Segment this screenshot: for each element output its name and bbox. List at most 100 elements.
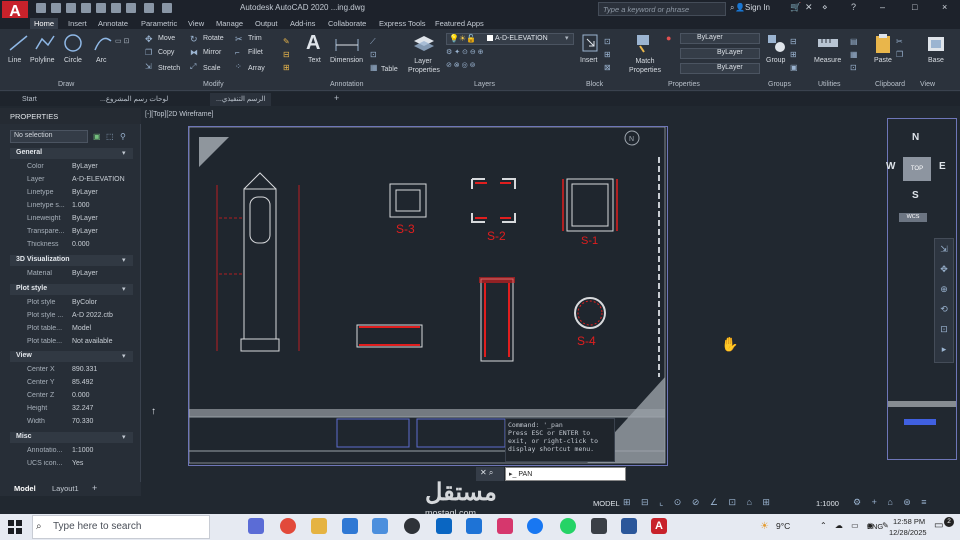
property-row[interactable]: Plot table... Model bbox=[10, 323, 133, 336]
minimize-button[interactable]: – bbox=[880, 2, 885, 12]
save-icon[interactable] bbox=[66, 3, 76, 13]
copilot-icon[interactable] bbox=[248, 518, 264, 534]
clipboard-extra-icons[interactable]: ✂ ❐ bbox=[896, 35, 906, 65]
tab-manage[interactable]: Manage bbox=[216, 18, 243, 29]
section-viz3d-header[interactable]: 3D Visualization bbox=[10, 255, 133, 266]
share-icon[interactable] bbox=[96, 3, 106, 13]
panel-groups-label[interactable]: Groups bbox=[768, 81, 791, 88]
group-button[interactable]: Group bbox=[766, 57, 785, 64]
base-button[interactable]: Base bbox=[928, 57, 944, 64]
linkedin-icon[interactable] bbox=[436, 518, 452, 534]
language-indicator[interactable]: ENG bbox=[867, 522, 883, 531]
mirror-button[interactable]: Mirror bbox=[203, 49, 221, 56]
property-row[interactable]: Plot table... Not available bbox=[10, 336, 133, 349]
new-tab-icon[interactable]: + bbox=[334, 93, 339, 103]
panel-view-label[interactable]: View bbox=[920, 81, 935, 88]
telegram-icon[interactable] bbox=[466, 518, 482, 534]
property-value[interactable]: 0.000 bbox=[72, 241, 90, 248]
store-icon[interactable] bbox=[372, 518, 388, 534]
panel-annotation-label[interactable]: Annotation bbox=[330, 81, 363, 88]
annotation-scale[interactable]: 1:1000 bbox=[816, 499, 839, 508]
insert-button[interactable]: Insert bbox=[580, 57, 598, 64]
tab-annotate[interactable]: Annotate bbox=[98, 18, 128, 29]
tab-home[interactable]: Home bbox=[30, 18, 59, 29]
property-row[interactable]: UCS icon... Yes bbox=[10, 458, 133, 471]
tab-parametric[interactable]: Parametric bbox=[141, 18, 177, 29]
polyline-icon[interactable] bbox=[34, 33, 56, 53]
panel-utilities-label[interactable]: Utilities bbox=[818, 81, 841, 88]
property-value[interactable]: 32.247 bbox=[72, 405, 93, 412]
property-row[interactable]: Layer A-D-ELEVATION bbox=[10, 174, 133, 187]
help-question-icon[interactable]: ? bbox=[851, 2, 856, 12]
panel-block-label[interactable]: Block bbox=[586, 81, 603, 88]
property-value[interactable]: ByLayer bbox=[72, 228, 98, 235]
property-row[interactable]: Linetype ByLayer bbox=[10, 187, 133, 200]
viewcube[interactable]: N W E S TOP WCS bbox=[882, 130, 952, 222]
utilities-extra-icons[interactable]: ▤ ▦ ⊡ bbox=[850, 35, 862, 72]
property-row[interactable]: Center X 890.331 bbox=[10, 364, 133, 377]
tab-insert[interactable]: Insert bbox=[68, 18, 87, 29]
polyline-button[interactable]: Polyline bbox=[30, 57, 55, 64]
table-button[interactable]: Table bbox=[381, 66, 398, 73]
property-row[interactable]: Lineweight ByLayer bbox=[10, 213, 133, 226]
clock-time[interactable]: 12:58 PM bbox=[893, 517, 925, 526]
section-general-header[interactable]: General bbox=[10, 148, 133, 159]
dimension-button[interactable]: Dimension bbox=[330, 57, 363, 64]
whatsapp-icon[interactable] bbox=[560, 518, 576, 534]
tab-collaborate[interactable]: Collaborate bbox=[328, 18, 366, 29]
property-row[interactable]: Plot style ByColor bbox=[10, 297, 133, 310]
property-value[interactable]: ByColor bbox=[72, 299, 97, 306]
viewcube-top-face[interactable]: TOP bbox=[903, 157, 931, 181]
circle-icon[interactable] bbox=[62, 32, 84, 54]
property-row[interactable]: Material ByLayer bbox=[10, 268, 133, 281]
linetype-dropdown[interactable]: ByLayer bbox=[680, 63, 760, 74]
array-button[interactable]: Array bbox=[248, 65, 265, 72]
tab-add-ins[interactable]: Add-ins bbox=[290, 18, 315, 29]
property-value[interactable]: ByLayer bbox=[72, 270, 98, 277]
panel-properties-label[interactable]: Properties bbox=[668, 81, 700, 88]
rotate-button[interactable]: Rotate bbox=[203, 35, 224, 42]
wcs-menu[interactable]: WCS bbox=[899, 213, 927, 222]
file-explorer-icon[interactable] bbox=[311, 518, 327, 534]
property-value[interactable]: A-D-ELEVATION bbox=[72, 176, 125, 183]
weather-temp[interactable]: 9°C bbox=[776, 521, 790, 531]
exchange-icon[interactable]: ✕ bbox=[805, 2, 813, 13]
obs-icon[interactable] bbox=[404, 518, 420, 534]
taskbar-search-input[interactable]: Type here to search bbox=[32, 515, 210, 539]
line-button[interactable]: Line bbox=[8, 57, 21, 64]
color-dropdown[interactable]: ByLayer bbox=[680, 33, 760, 44]
command-input[interactable]: ▸_ PAN bbox=[505, 467, 626, 481]
layer-properties-button[interactable]: Layer Properties bbox=[408, 57, 440, 75]
tab-layout1[interactable]: Layout1 bbox=[52, 484, 79, 493]
viewport-controls-label[interactable]: [-][Top][2D Wireframe] bbox=[145, 111, 213, 118]
sign-in-link[interactable]: Sign In bbox=[745, 3, 770, 12]
toggle-pickadd-icon[interactable]: ▣ bbox=[93, 132, 101, 141]
word-icon[interactable] bbox=[621, 518, 637, 534]
new-icon[interactable] bbox=[36, 3, 46, 13]
property-value[interactable]: 70.330 bbox=[72, 418, 93, 425]
panel-layers-label[interactable]: Layers bbox=[474, 81, 495, 88]
file-tab-2[interactable]: ...الرسم التنفيذي bbox=[210, 93, 272, 106]
property-row[interactable]: Center Y 85.492 bbox=[10, 377, 133, 390]
property-value[interactable]: 0.000 bbox=[72, 392, 90, 399]
tab-view[interactable]: View bbox=[188, 18, 204, 29]
match-properties-button[interactable]: Match Properties bbox=[628, 57, 662, 75]
property-row[interactable]: Center Z 0.000 bbox=[10, 390, 133, 403]
share-drawing-icon[interactable] bbox=[162, 3, 172, 13]
chevron-down-icon[interactable]: ▾ bbox=[122, 256, 126, 264]
search-icon[interactable]: ⌕ bbox=[730, 3, 734, 13]
model-space-button[interactable]: MODEL bbox=[593, 499, 620, 508]
instagram-icon[interactable] bbox=[497, 518, 513, 534]
tab-model[interactable]: Model bbox=[14, 484, 36, 493]
circle-button[interactable]: Circle bbox=[64, 57, 82, 64]
quick-select-icon[interactable]: ⚲ bbox=[120, 132, 126, 141]
file-tab-start[interactable]: Start bbox=[16, 93, 43, 106]
fillet-button[interactable]: Fillet bbox=[248, 49, 263, 56]
property-value[interactable]: A-D 2022.ctb bbox=[72, 312, 113, 319]
property-row[interactable]: Width 70.330 bbox=[10, 416, 133, 429]
mail-icon[interactable] bbox=[342, 518, 358, 534]
viewcube-west[interactable]: W bbox=[886, 161, 895, 172]
help-search-input[interactable]: Type a keyword or phrase bbox=[598, 2, 726, 16]
open-icon[interactable] bbox=[51, 3, 61, 13]
property-value[interactable]: ByLayer bbox=[72, 215, 98, 222]
